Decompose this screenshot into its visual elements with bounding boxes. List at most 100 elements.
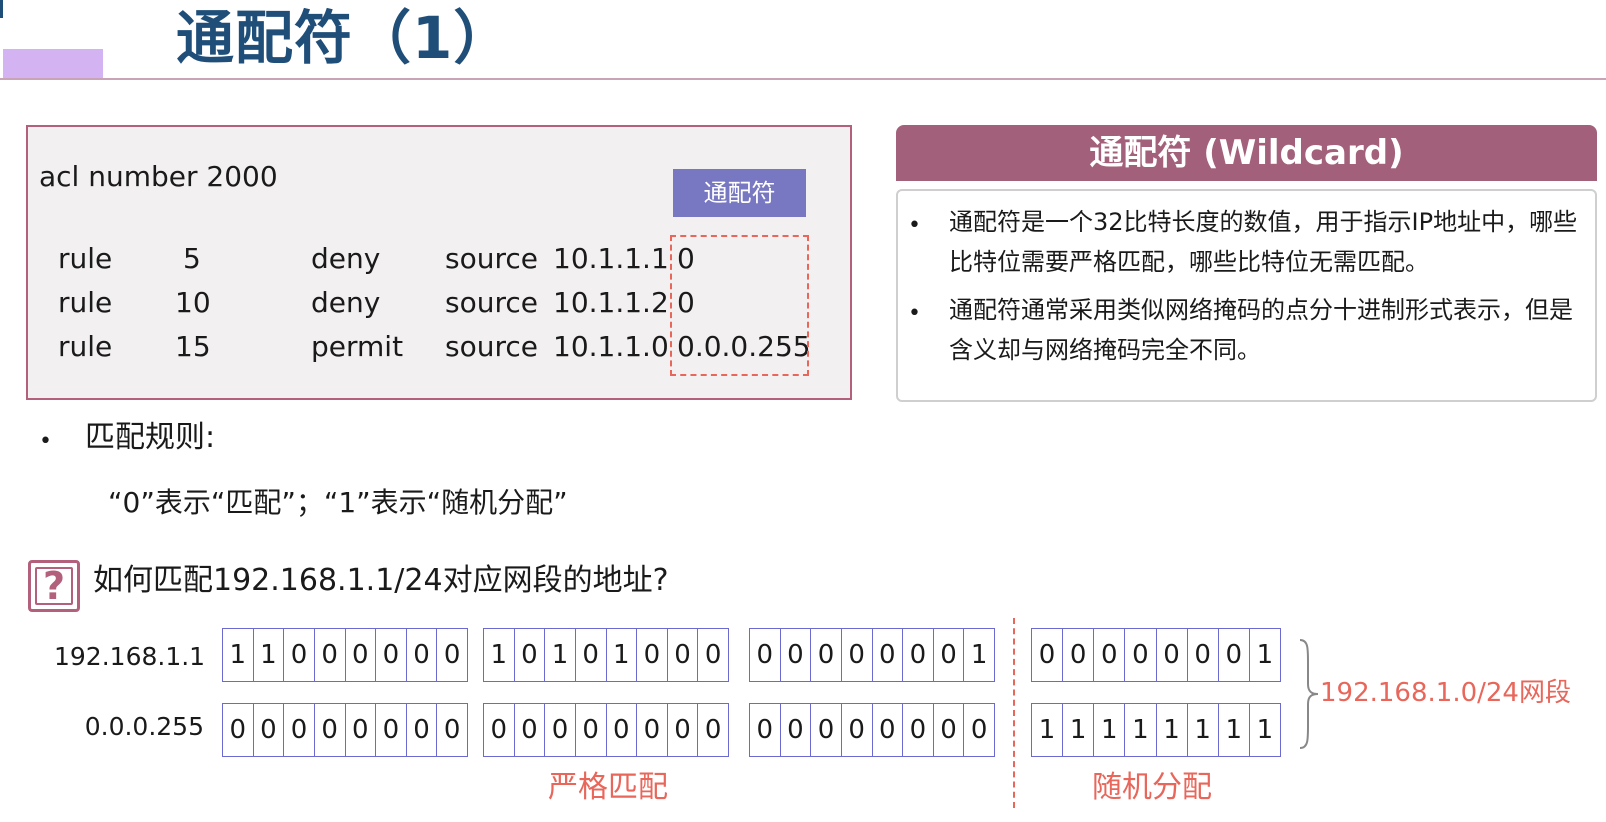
bit-cell: 0 bbox=[545, 704, 576, 756]
strict-match-label: 严格匹配 bbox=[548, 770, 668, 805]
bit-cell: 0 bbox=[903, 629, 934, 681]
bit-cell: 0 bbox=[842, 704, 873, 756]
bit-cell: 0 bbox=[750, 629, 781, 681]
acl-header: acl number 2000 bbox=[39, 160, 278, 193]
bit-cell: 0 bbox=[484, 704, 515, 756]
bit-cell: 0 bbox=[1188, 629, 1219, 681]
question-text: 如何匹配192.168.1.1/24对应网段的地址? bbox=[93, 563, 669, 598]
bit-cell: 0 bbox=[873, 704, 904, 756]
bullet-dot-icon: • bbox=[908, 301, 921, 326]
octet-box: 11111111 bbox=[1031, 703, 1281, 757]
rule-ip: 10.1.1.0 bbox=[553, 330, 669, 363]
rule-id: 10 bbox=[175, 286, 211, 319]
bit-cell: 0 bbox=[970, 715, 988, 745]
question-mark-icon: ? bbox=[28, 560, 80, 612]
bit-cell: 0 bbox=[315, 704, 346, 756]
bit-cell: 1 bbox=[1125, 704, 1157, 756]
bit-cell: 0 bbox=[443, 640, 461, 670]
bit-cell: 0 bbox=[1219, 629, 1250, 681]
bit-cell: 0 bbox=[576, 629, 607, 681]
rule-source: source bbox=[445, 330, 538, 363]
bit-cell: 1 bbox=[223, 629, 254, 681]
header-tick bbox=[0, 0, 3, 18]
rule-keyword: rule bbox=[58, 242, 113, 275]
brace-icon bbox=[1299, 639, 1319, 749]
header-accent-tab bbox=[3, 49, 103, 79]
rule-ip: 10.1.1.1 bbox=[553, 242, 669, 275]
bullet-dot-icon: • bbox=[39, 429, 52, 454]
bit-cell: 1 bbox=[970, 640, 988, 670]
bit-cell: 0 bbox=[284, 629, 315, 681]
wildcard-highlight-box bbox=[670, 235, 809, 376]
bit-cell: 0 bbox=[811, 704, 842, 756]
octet-box: 00000001 bbox=[749, 628, 995, 682]
wildcard-tag: 通配符 bbox=[673, 169, 806, 217]
bit-cell: 0 bbox=[1063, 629, 1095, 681]
bit-cell: 0 bbox=[315, 629, 346, 681]
bit-cell: 0 bbox=[1032, 629, 1064, 681]
bit-cell: 0 bbox=[668, 629, 699, 681]
bit-cell: 0 bbox=[704, 715, 722, 745]
bit-cell: 0 bbox=[637, 629, 668, 681]
bit-cell: 1 bbox=[1256, 715, 1274, 745]
bit-cell: 0 bbox=[515, 704, 546, 756]
bit-cell: 0 bbox=[811, 629, 842, 681]
octet-box: 11000000 bbox=[222, 628, 468, 682]
rule-action: deny bbox=[311, 242, 381, 275]
octet-box: 10101000 bbox=[483, 628, 729, 682]
bit-cell: 0 bbox=[668, 704, 699, 756]
bit-cell: 1 bbox=[607, 629, 638, 681]
bit-cell: 1 bbox=[1188, 704, 1219, 756]
octet-box: 00000001 bbox=[1031, 628, 1281, 682]
title-divider bbox=[0, 78, 1606, 80]
bit-cell: 0 bbox=[376, 629, 407, 681]
rule-source: source bbox=[445, 286, 538, 319]
rule-ip: 10.1.1.2 bbox=[553, 286, 669, 319]
rule-keyword: rule bbox=[58, 330, 113, 363]
bit-cell: 1 bbox=[545, 629, 576, 681]
bit-cell: 0 bbox=[346, 629, 377, 681]
wildcard-info-title: 通配符 (Wildcard) bbox=[896, 125, 1597, 181]
octet-box: 00000000 bbox=[222, 703, 468, 757]
wildcard-row-label: 0.0.0.255 bbox=[84, 712, 204, 741]
ip-row-label: 192.168.1.1 bbox=[54, 642, 206, 671]
bit-cell: 0 bbox=[346, 704, 377, 756]
bit-cell: 1 bbox=[1032, 704, 1064, 756]
bullet-dot-icon: • bbox=[908, 213, 921, 238]
bit-cell: 1 bbox=[254, 629, 285, 681]
bit-cell: 0 bbox=[781, 704, 812, 756]
bit-cell: 0 bbox=[407, 629, 438, 681]
bit-cell: 0 bbox=[1157, 629, 1188, 681]
bit-cell: 0 bbox=[1094, 629, 1126, 681]
match-rules-text: “0”表示“匹配”；“1”表示“随机分配” bbox=[108, 486, 568, 519]
bit-cell: 0 bbox=[576, 704, 607, 756]
bit-cell: 1 bbox=[484, 629, 515, 681]
bit-cell: 0 bbox=[254, 704, 285, 756]
bit-cell: 0 bbox=[284, 704, 315, 756]
rule-id: 15 bbox=[175, 330, 211, 363]
bit-cell: 0 bbox=[903, 704, 934, 756]
bit-cell: 0 bbox=[443, 715, 461, 745]
bit-cell: 0 bbox=[842, 629, 873, 681]
bit-cell: 1 bbox=[1219, 704, 1250, 756]
bit-cell: 0 bbox=[934, 629, 965, 681]
octet-divider bbox=[1013, 618, 1015, 808]
bit-cell: 0 bbox=[781, 629, 812, 681]
match-rules-title: 匹配规则: bbox=[85, 420, 216, 455]
bit-cell: 0 bbox=[607, 704, 638, 756]
info-bullet-text: 通配符通常采用类似网络掩码的点分十进制形式表示，但是含义却与网络掩码完全不同。 bbox=[949, 296, 1573, 364]
page-title: 通配符（1） bbox=[176, 4, 513, 72]
bit-cell: 1 bbox=[1094, 704, 1126, 756]
octet-box: 00000000 bbox=[749, 703, 995, 757]
rule-keyword: rule bbox=[58, 286, 113, 319]
bit-cell: 0 bbox=[407, 704, 438, 756]
info-bullet-text: 通配符是一个32比特长度的数值，用于指示IP地址中，哪些比特位需要严格匹配，哪些… bbox=[949, 208, 1578, 276]
bit-cell: 0 bbox=[1125, 629, 1157, 681]
bit-cell: 0 bbox=[376, 704, 407, 756]
bit-cell: 0 bbox=[750, 704, 781, 756]
rule-id: 5 bbox=[183, 242, 201, 275]
bit-cell: 0 bbox=[637, 704, 668, 756]
rule-action: permit bbox=[311, 330, 404, 363]
bit-cell: 1 bbox=[1063, 704, 1095, 756]
octet-box: 00000000 bbox=[483, 703, 729, 757]
